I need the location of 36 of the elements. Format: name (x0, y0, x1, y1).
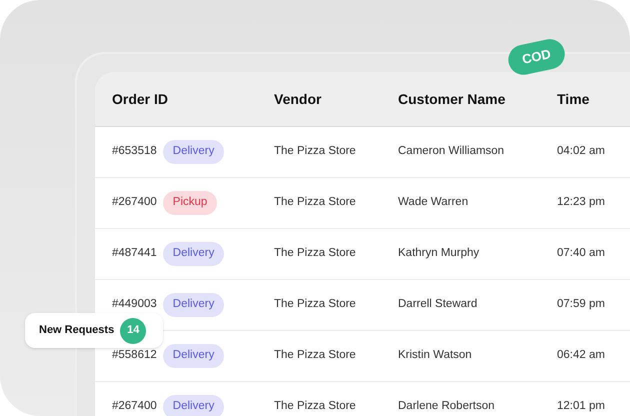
table-cell-text: The Pizza Store (274, 297, 357, 312)
table-cell-text: 07:40 am (557, 246, 606, 262)
order-type-badge: Delivery (162, 344, 224, 368)
table-cell-text: 06:42 am (557, 348, 606, 364)
table-cell-text: Wade Warren (398, 195, 470, 210)
table-cell-text: Kristin Watson (398, 348, 473, 364)
column-header: Customer Name (398, 90, 506, 108)
column-header: Vendor (274, 90, 322, 108)
order-type-badge: Delivery (162, 140, 224, 164)
table-cell-text: The Pizza Store (274, 246, 357, 262)
table-cell-text: #449003 (112, 297, 157, 312)
table-cell-text: 12:01 pm (557, 399, 606, 414)
table-cell-text: Cameron Williamson (398, 144, 506, 160)
count-badge: 14 (120, 318, 146, 344)
order-type-badge: Delivery (162, 395, 224, 416)
order-type-badge: Delivery (162, 293, 224, 317)
table-cell-text: #267400 (112, 195, 157, 210)
table-cell-text: Darlene Robertson (398, 399, 496, 414)
column-header: Order ID (112, 90, 170, 108)
table-cell-text: #267400 (112, 399, 157, 414)
table-cell-text: The Pizza Store (274, 399, 357, 414)
table-cell-text: #653518 (112, 144, 157, 160)
table-cell-text: 07:59 pm (557, 297, 606, 312)
table-cell-text: The Pizza Store (274, 348, 357, 364)
order-type-badge: Pickup (162, 191, 218, 215)
new-requests-label: New Requests (39, 323, 114, 338)
table-cell-text: Kathryn Murphy (398, 246, 480, 262)
table-cell-text: 12:23 pm (557, 195, 606, 210)
table-cell-text: #487441 (112, 246, 157, 262)
column-header: Time (557, 90, 590, 108)
table-cell-text: #558612 (112, 348, 157, 364)
table-cell-text: The Pizza Store (274, 144, 357, 160)
table-cell-text: 04:02 am (557, 144, 606, 160)
order-type-badge: Delivery (162, 242, 224, 266)
table-cell-text: Darrell Steward (398, 297, 478, 312)
table-cell-text: The Pizza Store (274, 195, 357, 210)
